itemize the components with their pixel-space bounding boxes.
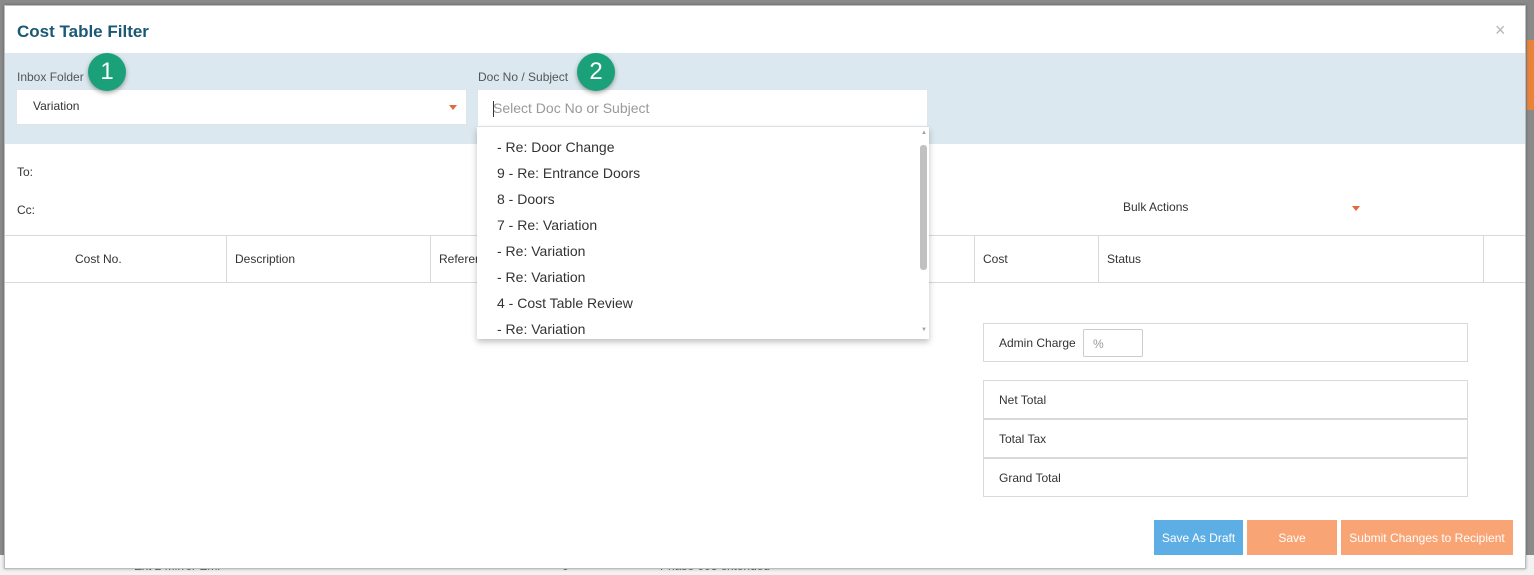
doc-subject-input[interactable] <box>478 90 927 126</box>
annotation-badge-1: 1 <box>88 53 126 91</box>
dropdown-option[interactable]: - Re: Variation <box>497 243 585 259</box>
column-header-description[interactable]: Description <box>227 236 431 282</box>
doc-subject-dropdown: - Re: Door Change 9 - Re: Entrance Doors… <box>477 127 929 339</box>
net-total-row: Net Total <box>983 380 1468 419</box>
column-header-status[interactable]: Status <box>1099 236 1484 282</box>
dropdown-option[interactable]: 8 - Doors <box>497 191 555 207</box>
dropdown-option[interactable]: - Re: Variation <box>497 269 585 285</box>
admin-charge-label: Admin Charge <box>999 336 1076 350</box>
admin-charge-input[interactable]: % <box>1083 329 1143 357</box>
chevron-down-icon <box>1352 206 1360 211</box>
background-accent <box>1527 40 1534 110</box>
scroll-up-icon[interactable]: ▲ <box>921 130 927 136</box>
inbox-folder-select[interactable]: Variation <box>16 89 467 125</box>
bulk-actions-select[interactable]: Bulk Actions <box>1123 200 1363 218</box>
chevron-down-icon <box>449 105 457 110</box>
column-header-cost-no[interactable]: Cost No. <box>5 236 227 282</box>
total-tax-label: Total Tax <box>999 432 1047 446</box>
grand-total-label: Grand Total <box>999 471 1061 485</box>
dropdown-option[interactable]: 7 - Re: Variation <box>497 217 597 233</box>
annotation-badge-2: 2 <box>577 53 615 91</box>
submit-to-recipient-button[interactable]: Submit Changes to Recipient <box>1341 520 1513 555</box>
admin-charge-row: Admin Charge % <box>983 323 1468 362</box>
save-as-draft-button[interactable]: Save As Draft <box>1154 520 1243 555</box>
grand-total-row: Grand Total <box>983 458 1468 497</box>
doc-subject-label: Doc No / Subject <box>478 70 569 84</box>
dropdown-option[interactable]: 9 - Re: Entrance Doors <box>497 165 640 181</box>
column-header-cost[interactable]: Cost <box>975 236 1099 282</box>
modal-title: Cost Table Filter <box>17 22 149 41</box>
text-cursor <box>493 101 494 117</box>
bulk-actions-label: Bulk Actions <box>1123 200 1189 214</box>
total-tax-row: Total Tax <box>983 419 1468 458</box>
dropdown-scroll-thumb[interactable] <box>920 145 927 270</box>
save-button[interactable]: Save <box>1247 520 1337 555</box>
to-label: To: <box>17 165 34 179</box>
net-total-label: Net Total <box>999 393 1047 407</box>
inbox-folder-value: Variation <box>33 99 80 113</box>
dropdown-option[interactable]: 4 - Cost Table Review <box>497 295 633 311</box>
scroll-down-icon[interactable]: ▼ <box>921 327 927 333</box>
dropdown-option[interactable]: - Re: Door Change <box>497 139 615 155</box>
inbox-folder-label: Inbox Folder <box>17 70 84 84</box>
dropdown-option[interactable]: - Re: Variation <box>497 321 585 337</box>
doc-subject-input-wrap[interactable] <box>477 89 928 127</box>
cost-table-filter-modal: Cost Table Filter × Inbox Folder Variati… <box>4 5 1526 569</box>
cc-label: Cc: <box>17 203 35 217</box>
close-icon[interactable]: × <box>1495 20 1506 41</box>
